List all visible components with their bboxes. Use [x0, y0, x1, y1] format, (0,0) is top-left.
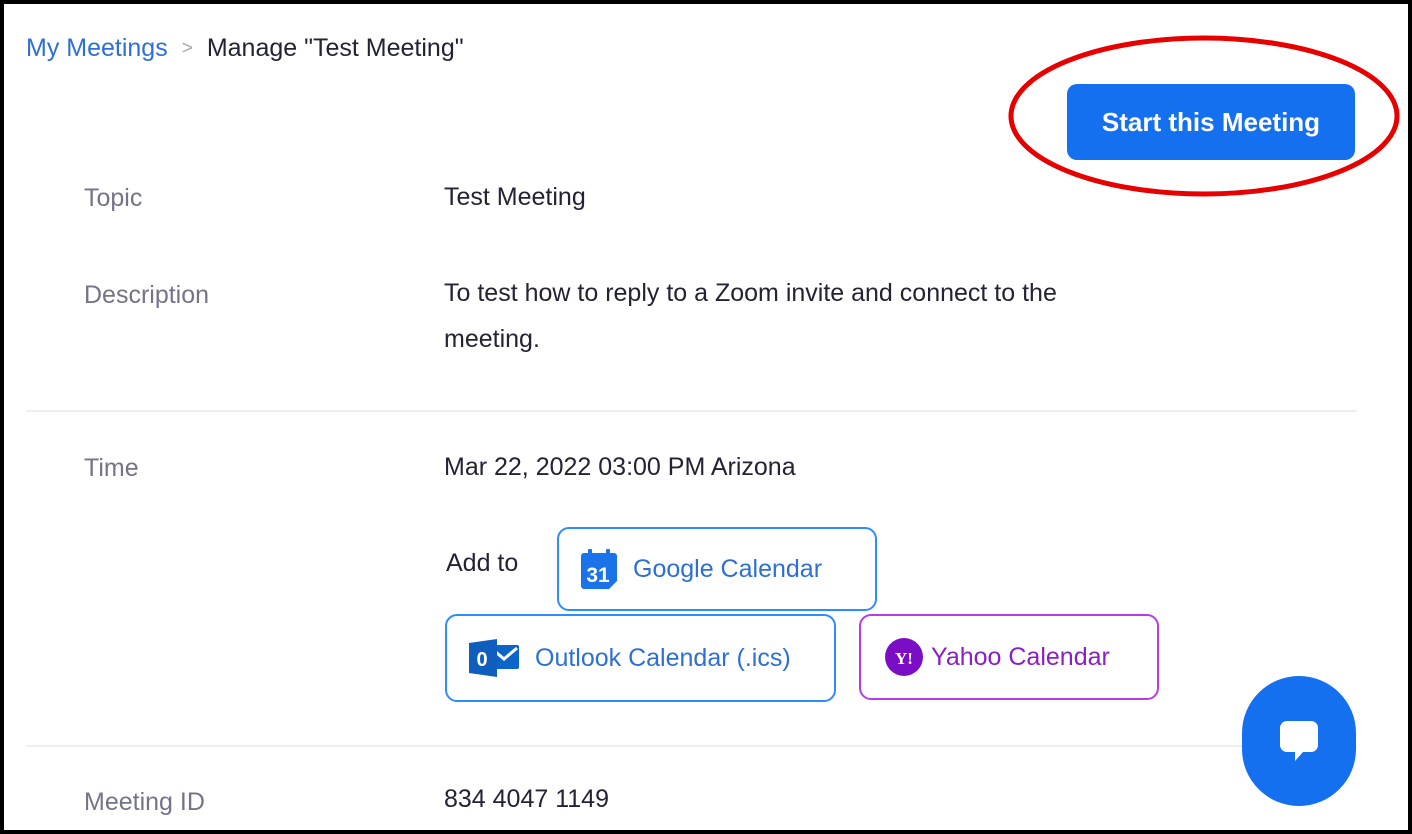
description-line-2: meeting.: [444, 325, 540, 353]
chat-bubble-icon: [1280, 721, 1318, 761]
google-calendar-label: Google Calendar: [633, 554, 823, 583]
topic-value: Test Meeting: [444, 183, 586, 211]
outlook-calendar-icon: 0: [469, 639, 519, 677]
meeting-id-label: Meeting ID: [84, 788, 205, 816]
yahoo-calendar-icon-text: Y!: [895, 649, 913, 668]
start-meeting-button[interactable]: Start this Meeting: [1067, 84, 1355, 160]
section-divider: [26, 410, 1357, 412]
topic-label: Topic: [84, 184, 143, 212]
outlook-calendar-label: Outlook Calendar (.ics): [535, 643, 791, 672]
google-calendar-icon: 31: [581, 549, 617, 589]
outlook-calendar-button[interactable]: 0 Outlook Calendar (.ics): [445, 614, 836, 702]
google-calendar-icon-text: 31: [586, 564, 610, 587]
time-label: Time: [84, 454, 139, 482]
breadcrumb-my-meetings-link[interactable]: My Meetings: [26, 34, 168, 63]
section-divider: [26, 745, 1357, 747]
description-label: Description: [84, 281, 210, 309]
description-value: To test how to reply to a Zoom invite an…: [444, 270, 1057, 362]
meeting-details-page: My Meetings > Manage "Test Meeting" Star…: [4, 4, 1408, 830]
time-value: Mar 22, 2022 03:00 PM Arizona: [444, 453, 796, 481]
yahoo-calendar-button[interactable]: Y! Yahoo Calendar: [859, 614, 1159, 700]
breadcrumb: My Meetings > Manage "Test Meeting": [26, 34, 464, 63]
yahoo-calendar-label: Yahoo Calendar: [931, 642, 1110, 671]
breadcrumb-separator: >: [181, 37, 193, 59]
google-calendar-button[interactable]: 31 Google Calendar: [557, 527, 877, 611]
description-line-1: To test how to reply to a Zoom invite an…: [444, 279, 1057, 307]
outlook-calendar-icon-text: 0: [476, 649, 487, 671]
meeting-id-value: 834 4047 1149: [444, 785, 609, 813]
breadcrumb-current: Manage "Test Meeting": [206, 34, 464, 62]
yahoo-calendar-icon: Y!: [885, 638, 923, 676]
add-to-label: Add to: [446, 549, 519, 577]
chat-button[interactable]: [1242, 676, 1356, 806]
